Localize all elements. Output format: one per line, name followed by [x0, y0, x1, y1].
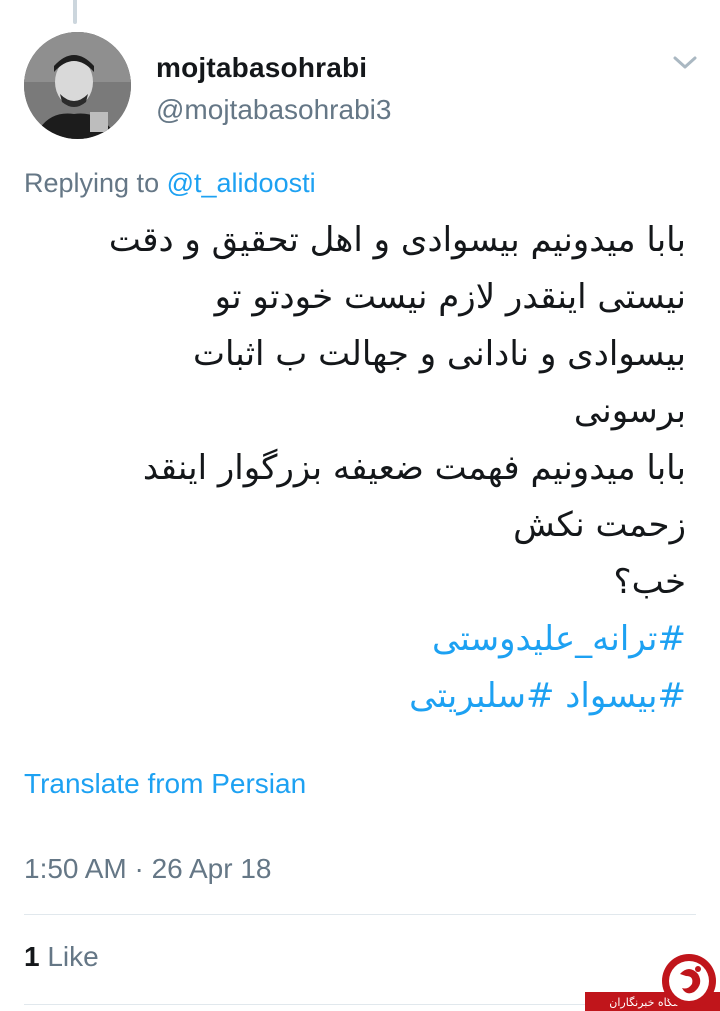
hashtag-link[interactable]: #بیسواد #سلبریتی — [24, 668, 686, 725]
thread-connector-line — [73, 0, 77, 24]
tweet-text-line: بیسوادی و نادانی و جهالت ب اثبات — [192, 334, 686, 374]
like-label: Like — [39, 941, 99, 972]
tweet-text-line: بابا میدونیم بیسوادی و اهل تحقیق و دقت — [108, 220, 686, 260]
like-count: 1 — [24, 941, 40, 972]
replying-to-mention-link[interactable]: @t_alidoosti — [167, 168, 316, 198]
hashtag-link[interactable]: #ترانه_علیدوستی — [24, 611, 686, 668]
translate-link[interactable]: Translate from Persian — [24, 768, 306, 800]
tweet-text-line: نیستی اینقدر لازم نیست خودتو تو — [214, 277, 686, 317]
chevron-down-icon[interactable] — [672, 55, 698, 71]
avatar[interactable] — [24, 32, 131, 139]
tweet-detail-view: mojtabasohrabi @mojtabasohrabi3 Replying… — [0, 0, 720, 1011]
avatar-photo — [24, 32, 131, 139]
watermark: باشگاه خبرنگاران — [585, 952, 720, 1011]
tweet-text: بابا میدونیم بیسوادی و اهل تحقیق و دقت ن… — [24, 212, 686, 725]
display-name[interactable]: mojtabasohrabi — [156, 52, 367, 84]
tweet-text-line: بابا میدونیم فهمت ضعیفه بزرگوار اینقد — [142, 448, 686, 488]
likes-stat[interactable]: 1 Like — [24, 941, 99, 973]
tweet-text-line: زحمت نکش — [513, 505, 686, 545]
tweet-text-line: خب؟ — [613, 562, 686, 602]
replying-to: Replying to @t_alidoosti — [24, 168, 316, 199]
watermark-logo-icon — [662, 954, 716, 1008]
user-handle[interactable]: @mojtabasohrabi3 — [156, 94, 391, 126]
divider — [24, 914, 696, 915]
tweet-timestamp[interactable]: 1:50 AM · 26 Apr 18 — [24, 853, 272, 885]
replying-to-prefix: Replying to — [24, 168, 167, 198]
tweet-text-line: برسونی — [573, 391, 686, 431]
